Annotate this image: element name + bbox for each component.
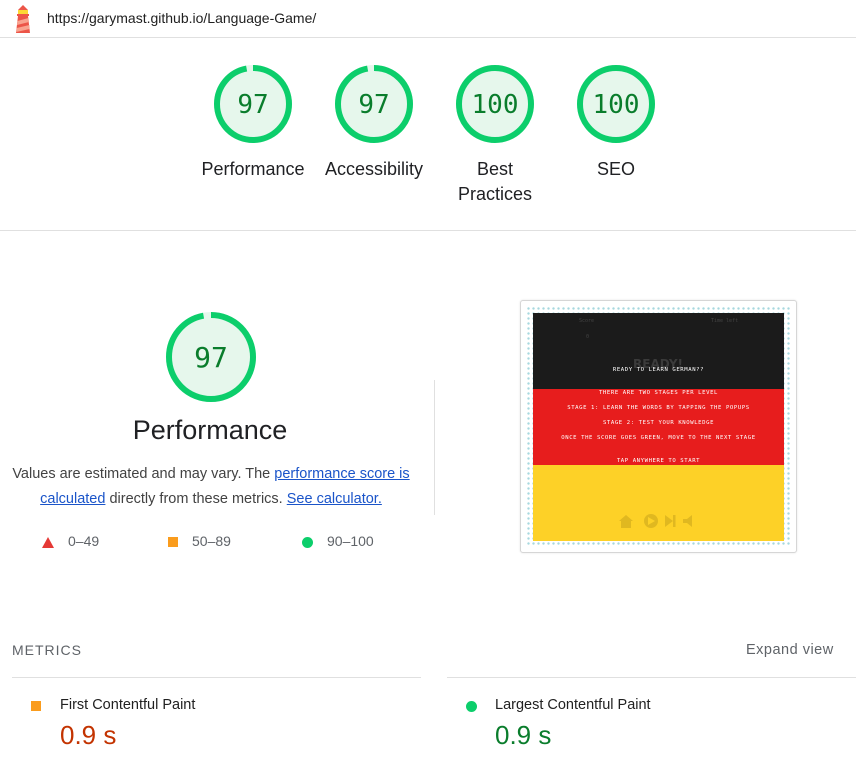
legend-average: 50–89 [168, 533, 231, 549]
gauge-label: Accessibility [324, 159, 424, 179]
gauge-accessibility[interactable]: 97 Accessibility [319, 63, 429, 182]
metric-name: First Contentful Paint [60, 697, 196, 713]
thumb-time-label: Time left [711, 318, 739, 324]
metric-name: Largest Contentful Paint [495, 697, 651, 713]
pass-circle-icon [466, 701, 477, 712]
metrics-heading: METRICS [12, 642, 82, 658]
metrics-divider-right [447, 677, 856, 678]
flag-black-stripe [533, 313, 784, 389]
thumb-line-6: TAP ANYWHERE TO START [616, 458, 701, 464]
performance-gauge: 97 [166, 312, 256, 402]
average-square-icon [31, 701, 41, 711]
gauge-best-practices[interactable]: 100 Best Practices [440, 63, 550, 207]
gauge-ring: 97 [335, 65, 413, 143]
gauge-ring: 97 [214, 65, 292, 143]
section-divider [434, 380, 435, 515]
fail-triangle-icon [42, 536, 54, 548]
metric-value: 0.9 s [495, 720, 552, 750]
page-url[interactable]: https://garymast.github.io/Language-Game… [47, 10, 316, 26]
gauge-score: 100 [593, 90, 640, 120]
gauge-ring: 100 [577, 65, 655, 143]
thumb-line-5: ONCE THE SCORE GOES GREEN, MOVE TO THE N… [561, 435, 756, 441]
thumb-score-label: Score [579, 318, 595, 324]
thumb-line-2: THERE ARE TWO STAGES PER LEVEL [598, 390, 719, 396]
pass-circle-icon [302, 536, 313, 548]
legend-pass: 90–100 [302, 533, 374, 549]
thumb-score-value: 0 [586, 334, 590, 340]
metrics-divider-left [12, 677, 421, 678]
lighthouse-logo-icon [16, 5, 30, 33]
sound-icon [683, 515, 692, 527]
german-flag-screenshot: Score 0 Time left READY! READY TO LEARN … [533, 313, 784, 541]
flag-red-stripe [533, 389, 784, 465]
category-gauges: 97 Performance 97 Accessibility 100 Best… [0, 38, 856, 231]
gauge-score: 97 [358, 90, 389, 120]
performance-title: Performance [132, 415, 288, 445]
flag-gold-stripe [533, 465, 784, 541]
gauge-score: 97 [237, 90, 268, 120]
next-icon [665, 515, 673, 527]
gauge-score: 100 [472, 90, 519, 120]
thumb-line-4: STAGE 2: TEST YOUR KNOWLEDGE [602, 420, 715, 426]
average-square-icon [168, 537, 178, 548]
thumb-line-1: READY TO LEARN GERMAN?? [612, 367, 705, 373]
expand-view-toggle[interactable]: Expand view [746, 642, 834, 658]
home-icon [619, 515, 633, 528]
url-bar: https://garymast.github.io/Language-Game… [0, 0, 856, 38]
see-calculator-link[interactable]: See calculator. [287, 491, 382, 507]
performance-score: 97 [194, 341, 228, 374]
thumb-controls-icons [619, 514, 692, 528]
performance-description: Values are estimated and may vary. The p… [12, 466, 410, 507]
gauge-label: Performance [201, 159, 305, 179]
gauge-label: Best Practices [457, 159, 533, 204]
gauge-ring: 100 [456, 65, 534, 143]
metric-value: 0.9 s [60, 720, 117, 750]
thumb-line-3: STAGE 1: LEARN THE WORDS BY TAPPING THE … [567, 405, 750, 411]
gauge-label: SEO [596, 159, 635, 179]
gauge-performance[interactable]: 97 Performance [198, 63, 308, 182]
legend-fail: 0–49 [42, 533, 99, 549]
gauge-seo[interactable]: 100 SEO [561, 63, 671, 182]
